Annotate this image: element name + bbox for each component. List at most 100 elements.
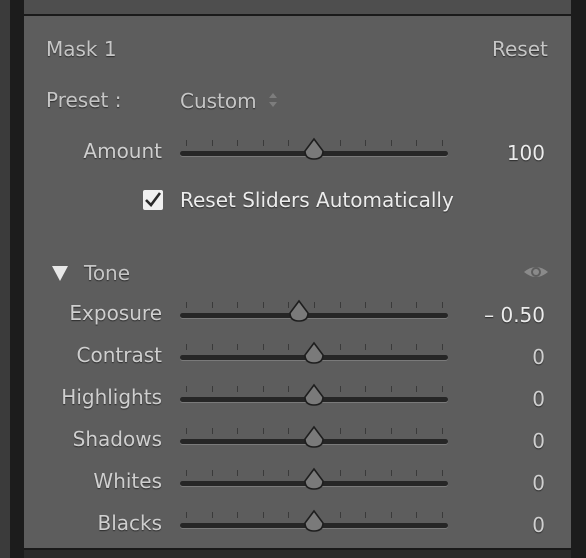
eye-icon[interactable] xyxy=(522,262,550,282)
slider-tick xyxy=(365,140,366,146)
shadows-slider[interactable] xyxy=(180,425,448,450)
shadows-value[interactable]: 0 xyxy=(465,429,545,453)
highlights-label: Highlights xyxy=(61,385,162,409)
header-bar xyxy=(24,0,571,14)
preset-label: Preset : xyxy=(46,88,122,112)
slider-thumb[interactable] xyxy=(303,341,325,365)
reset-sliders-checkbox[interactable] xyxy=(143,190,163,210)
preset-select[interactable]: Custom xyxy=(180,89,257,113)
slider-tick xyxy=(391,428,392,434)
slider-thumb[interactable] xyxy=(303,425,325,449)
slider-tick xyxy=(416,386,417,392)
slider-track[interactable] xyxy=(180,313,448,318)
slider-tick xyxy=(212,512,213,518)
slider-tick xyxy=(391,344,392,350)
slider-thumb[interactable] xyxy=(303,509,325,533)
blacks-slider[interactable] xyxy=(180,509,448,534)
exposure-slider[interactable] xyxy=(180,299,448,324)
blacks-value[interactable]: 0 xyxy=(465,513,545,537)
slider-tick xyxy=(340,344,341,350)
slider-tick xyxy=(416,140,417,146)
slider-tick xyxy=(416,302,417,308)
slider-tick xyxy=(288,344,289,350)
blacks-label: Blacks xyxy=(97,511,162,535)
whites-slider[interactable] xyxy=(180,467,448,492)
slider-tick xyxy=(263,140,264,146)
mask-title: Mask 1 xyxy=(46,37,117,61)
slider-tick xyxy=(186,470,187,476)
reset-sliders-label[interactable]: Reset Sliders Automatically xyxy=(180,188,454,212)
amount-value[interactable]: 100 xyxy=(465,141,545,165)
contrast-label: Contrast xyxy=(76,343,162,367)
contrast-slider[interactable] xyxy=(180,341,448,366)
slider-tick xyxy=(442,302,443,308)
contrast-value[interactable]: 0 xyxy=(465,345,545,369)
slider-tick xyxy=(212,470,213,476)
slider-thumb[interactable] xyxy=(303,383,325,407)
slider-tick xyxy=(416,512,417,518)
panel-divider-right xyxy=(571,0,586,558)
slider-tick xyxy=(391,386,392,392)
slider-tick xyxy=(186,428,187,434)
checkmark-icon xyxy=(145,192,162,207)
whites-label: Whites xyxy=(93,469,162,493)
slider-tick xyxy=(340,386,341,392)
slider-tick xyxy=(416,428,417,434)
slider-tick xyxy=(442,428,443,434)
reset-button[interactable]: Reset xyxy=(492,37,548,61)
slider-thumb[interactable] xyxy=(303,467,325,491)
slider-tick xyxy=(186,344,187,350)
slider-tick xyxy=(237,428,238,434)
slider-tick xyxy=(288,512,289,518)
slider-tick xyxy=(340,470,341,476)
slider-tick xyxy=(288,428,289,434)
exposure-value[interactable]: – 0.50 xyxy=(465,303,545,327)
slider-tick xyxy=(237,302,238,308)
slider-tick xyxy=(340,302,341,308)
slider-tick xyxy=(237,386,238,392)
slider-tick xyxy=(212,302,213,308)
slider-tick xyxy=(391,140,392,146)
slider-tick xyxy=(365,386,366,392)
slider-tick xyxy=(212,140,213,146)
amount-label: Amount xyxy=(83,139,162,163)
slider-tick xyxy=(391,512,392,518)
highlights-slider[interactable] xyxy=(180,383,448,408)
left-panel-strip xyxy=(0,0,10,558)
amount-slider[interactable] xyxy=(180,137,448,162)
slider-tick xyxy=(365,470,366,476)
slider-tick xyxy=(391,470,392,476)
slider-tick xyxy=(263,428,264,434)
slider-tick xyxy=(288,386,289,392)
slider-tick xyxy=(263,470,264,476)
slider-tick xyxy=(263,512,264,518)
slider-tick xyxy=(263,344,264,350)
slider-tick xyxy=(212,344,213,350)
slider-tick xyxy=(186,386,187,392)
slider-tick xyxy=(442,512,443,518)
slider-tick xyxy=(212,428,213,434)
slider-thumb[interactable] xyxy=(288,299,310,323)
slider-tick xyxy=(288,140,289,146)
slider-thumb[interactable] xyxy=(303,137,325,161)
slider-tick xyxy=(365,512,366,518)
slider-tick xyxy=(263,386,264,392)
slider-tick xyxy=(416,344,417,350)
exposure-label: Exposure xyxy=(69,301,162,325)
slider-tick xyxy=(212,386,213,392)
slider-tick xyxy=(237,344,238,350)
slider-tick xyxy=(186,302,187,308)
slider-tick xyxy=(237,140,238,146)
slider-tick xyxy=(288,470,289,476)
slider-tick xyxy=(391,302,392,308)
slider-tick xyxy=(442,470,443,476)
slider-tick xyxy=(416,470,417,476)
highlights-value[interactable]: 0 xyxy=(465,387,545,411)
up-down-arrows-icon[interactable] xyxy=(266,90,280,110)
slider-tick xyxy=(442,140,443,146)
tone-section-title[interactable]: Tone xyxy=(84,261,130,285)
slider-tick xyxy=(365,428,366,434)
slider-tick xyxy=(186,140,187,146)
triangle-down-icon[interactable] xyxy=(50,263,70,283)
whites-value[interactable]: 0 xyxy=(465,471,545,495)
